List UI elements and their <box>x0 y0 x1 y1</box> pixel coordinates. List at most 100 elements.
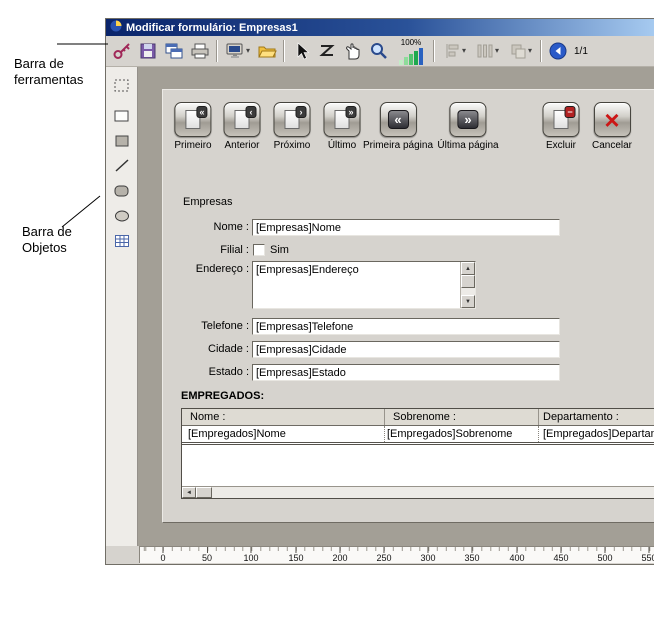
estado-field-input[interactable]: [Empresas]Estado <box>252 364 560 381</box>
field-row: Estado : [Empresas]Estado <box>163 364 654 381</box>
document-icon: › <box>285 110 300 129</box>
line-tool-icon[interactable] <box>111 155 133 177</box>
primeira-pagina-button[interactable]: « <box>379 102 416 137</box>
endereco-field-label: Endereço : <box>163 263 249 275</box>
filial-field-label: Filial : <box>163 244 249 256</box>
zoom-tool-icon[interactable] <box>366 38 392 64</box>
filial-checkbox-label: Sim <box>270 244 289 256</box>
proximo-button[interactable]: › <box>274 102 311 137</box>
window-title: Modificar formulário: Empresas1 <box>126 22 298 34</box>
filial-checkbox[interactable] <box>253 244 265 256</box>
ruler-tick: 300 <box>420 547 435 563</box>
table-header-row: Nome : Sobrenome : Departamento : <box>182 409 654 426</box>
nav-button-label: Primeira página <box>363 140 433 151</box>
dropdown-arrow-icon[interactable]: ▾ <box>528 47 532 55</box>
form-explorer-icon[interactable] <box>161 38 187 64</box>
cell-empregados-departamento[interactable]: [Empregados]Departamento <box>539 426 654 442</box>
dropdown-arrow-icon[interactable]: ▾ <box>246 47 250 55</box>
back-icon[interactable] <box>545 38 571 64</box>
cancelar-button[interactable]: × <box>594 102 631 137</box>
field-row: Endereço : [Empresas]Endereço ▲ ▼ <box>163 261 654 309</box>
excluir-button[interactable]: − <box>543 102 580 137</box>
distribute-icon[interactable]: ▾ <box>471 38 504 64</box>
cidade-field-input[interactable]: [Empresas]Cidade <box>252 341 560 358</box>
nav-button-group: » Último <box>324 102 361 151</box>
endereco-field-textarea[interactable]: [Empresas]Endereço ▲ ▼ <box>252 261 476 309</box>
rectangle-tool-icon[interactable] <box>111 105 133 127</box>
nome-field-label: Nome : <box>163 221 249 233</box>
anterior-button[interactable]: ‹ <box>224 102 261 137</box>
toolbar-separator <box>433 40 435 62</box>
cell-empregados-nome[interactable]: [Empregados]Nome <box>182 426 385 442</box>
nav-button-label: Última página <box>437 140 498 151</box>
horizontal-scrollbar[interactable]: ◄ <box>182 486 654 498</box>
last-page-arrow-icon: » <box>458 110 479 129</box>
object-bar <box>106 67 138 546</box>
scroll-left-button[interactable]: ◄ <box>182 487 196 498</box>
telefone-field-label: Telefone : <box>163 320 249 332</box>
cell-empregados-sobrenome[interactable]: [Empregados]Sobrenome <box>385 426 539 442</box>
app-icon <box>110 20 122 35</box>
pointer-tool-icon[interactable] <box>288 38 314 64</box>
nav-button-group: « Primeira página <box>363 102 433 151</box>
nav-button-label: Anterior <box>224 140 261 151</box>
annotation-objects-label: Barra de Objetos <box>22 224 72 256</box>
delete-badge-icon: − <box>565 106 576 118</box>
ellipse-tool-icon[interactable] <box>111 205 133 227</box>
marquee-tool-icon[interactable] <box>111 75 133 97</box>
nav-button-label: Próximo <box>274 140 311 151</box>
column-header-nome[interactable]: Nome : <box>182 409 385 425</box>
dropdown-arrow-icon[interactable]: ▾ <box>462 47 466 55</box>
zoom-percentage-label: 100% <box>401 38 421 47</box>
telefone-field-input[interactable]: [Empresas]Telefone <box>252 318 560 335</box>
dropdown-arrow-icon[interactable]: ▾ <box>495 47 499 55</box>
entry-order-icon[interactable] <box>314 38 340 64</box>
key-icon[interactable] <box>109 38 135 64</box>
left-arrow-icon: ◄ <box>186 490 192 496</box>
ruler-tick: 200 <box>332 547 347 563</box>
document-icon: − <box>554 110 569 129</box>
grid-tool-icon[interactable] <box>111 230 133 252</box>
zoom-level-widget[interactable]: 100% <box>392 37 430 65</box>
down-arrow-icon: ▼ <box>465 299 471 305</box>
table-row: [Empregados]Nome [Empregados]Sobrenome [… <box>182 426 654 445</box>
first-page-arrow-icon: « <box>387 110 408 129</box>
ruler-tick: 450 <box>553 547 568 563</box>
print-icon[interactable] <box>187 38 213 64</box>
rounded-rectangle-tool-icon[interactable] <box>111 180 133 202</box>
next-record-badge-icon: › <box>296 106 307 118</box>
display-icon[interactable]: ▾ <box>221 38 254 64</box>
nav-button-group: ‹ Anterior <box>224 102 261 151</box>
scroll-down-button[interactable]: ▼ <box>461 295 475 308</box>
ruler-tick: 50 <box>202 547 212 563</box>
estado-field-label: Estado : <box>163 366 249 378</box>
nav-button-label: Último <box>324 140 361 151</box>
annotation-toolbar-label: Barra de ferramentas <box>14 56 83 88</box>
nav-button-group: − Excluir <box>543 102 580 151</box>
horizontal-scrollbar-thumb[interactable] <box>196 487 212 498</box>
nome-field-input[interactable]: [Empresas]Nome <box>252 219 560 236</box>
scroll-up-button[interactable]: ▲ <box>461 262 475 275</box>
ultima-pagina-button[interactable]: » <box>450 102 487 137</box>
filled-rectangle-tool-icon[interactable] <box>111 130 133 152</box>
form-canvas: « Primeiro ‹ Anterior › Pró <box>138 67 654 546</box>
ultimo-button[interactable]: » <box>324 102 361 137</box>
screenshot-root: Barra de ferramentas Barra de Objetos Mo… <box>0 0 654 621</box>
previous-record-badge-icon: ‹ <box>246 106 257 118</box>
column-header-sobrenome[interactable]: Sobrenome : <box>385 409 539 425</box>
hand-tool-icon[interactable] <box>340 38 366 64</box>
vertical-scrollbar[interactable]: ▲ ▼ <box>460 262 475 308</box>
first-record-badge-icon: « <box>196 106 207 118</box>
align-icon[interactable]: ▾ <box>438 38 471 64</box>
primeiro-button[interactable]: « <box>174 102 211 137</box>
column-header-departamento[interactable]: Departamento : <box>539 409 654 425</box>
ruler-tick: 0 <box>160 547 165 563</box>
title-bar[interactable]: Modificar formulário: Empresas1 <box>106 19 654 36</box>
level-icon[interactable]: ▾ <box>504 38 537 64</box>
field-row: Cidade : [Empresas]Cidade <box>163 341 654 358</box>
save-icon[interactable] <box>135 38 161 64</box>
ruler-tick: 550 <box>641 547 654 563</box>
ruler-tick: 500 <box>597 547 612 563</box>
open-folder-icon[interactable] <box>254 38 280 64</box>
vertical-scrollbar-thumb[interactable] <box>461 275 475 288</box>
